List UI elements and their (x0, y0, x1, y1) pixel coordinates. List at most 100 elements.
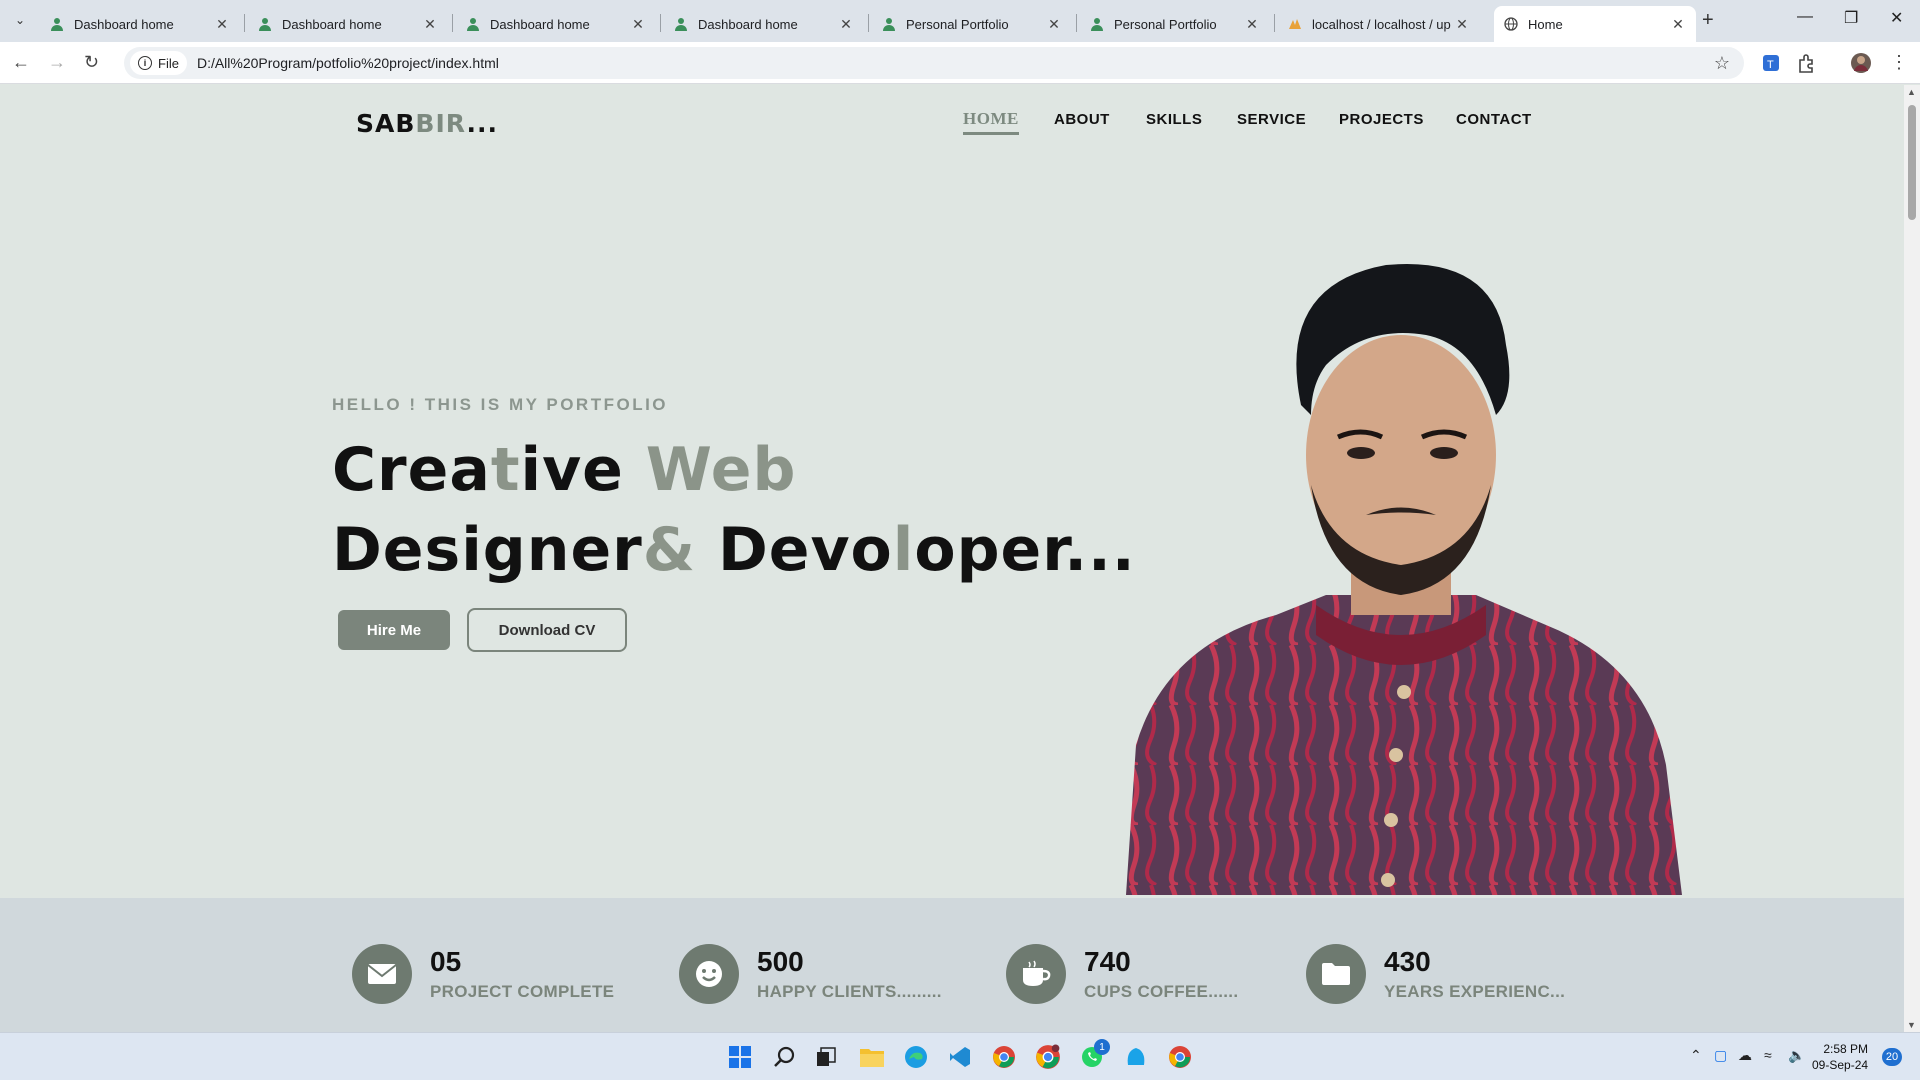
tab-personal-portfolio-1[interactable]: Personal Portfolio ✕ (872, 6, 1072, 42)
chevron-up-icon[interactable]: ⌃ (1690, 1047, 1702, 1064)
nav-skills[interactable]: SKILLS (1146, 111, 1202, 128)
stat-projects: 05 PROJECT COMPLETE (352, 944, 614, 1004)
hire-me-button[interactable]: Hire Me (338, 610, 450, 650)
tab-divider (1274, 14, 1275, 32)
volume-icon[interactable]: 🔈 (1788, 1047, 1805, 1064)
heading-part: Crea (332, 435, 491, 505)
tab-divider (868, 14, 869, 32)
person-icon (1091, 18, 1103, 31)
site-info-chip[interactable]: i File (130, 51, 187, 75)
stat-value: 740 (1084, 946, 1131, 977)
chrome-icon[interactable] (990, 1043, 1018, 1071)
notification-badge[interactable]: 20 (1882, 1048, 1902, 1066)
edge-browser-icon[interactable] (902, 1043, 930, 1071)
stats-section: 05 PROJECT COMPLETE 500 HAPPY CLIENTS...… (0, 898, 1904, 1032)
clock-time: 2:58 PM (1823, 1042, 1869, 1056)
tab-home-active[interactable]: Home ✕ (1494, 6, 1696, 42)
scrollbar-thumb[interactable] (1908, 105, 1916, 220)
close-window-button[interactable]: ✕ (1890, 8, 1903, 28)
bookmark-star-icon[interactable]: ☆ (1714, 53, 1730, 74)
close-tab-icon[interactable]: ✕ (1046, 16, 1062, 33)
profile-portrait (1126, 264, 1682, 895)
heading-part: Devo (696, 515, 893, 585)
tab-title: Dashboard home (490, 16, 590, 32)
heading-part: ive (520, 435, 646, 505)
page-scrollbar[interactable]: ▲ ▼ (1904, 85, 1920, 1032)
file-explorer-icon[interactable] (858, 1043, 886, 1071)
hero-heading-line1: Creative Web (332, 435, 796, 505)
globe-icon (1504, 17, 1518, 31)
reload-button[interactable]: ↻ (84, 52, 99, 73)
tab-dashboard-home-4[interactable]: Dashboard home ✕ (664, 6, 864, 42)
new-tab-button[interactable]: + (1702, 9, 1714, 32)
nav-home[interactable]: HOME (963, 109, 1019, 135)
tab-title: Home (1528, 16, 1563, 32)
close-tab-icon[interactable]: ✕ (422, 16, 438, 33)
nav-service[interactable]: SERVICE (1237, 111, 1306, 128)
task-view-icon[interactable] (812, 1043, 840, 1071)
chrome-secondary-icon[interactable] (1166, 1043, 1194, 1071)
browser-toolbar: ← → ↻ i File D:/All%20Program/potfolio%2… (0, 42, 1920, 84)
person-icon (259, 18, 271, 31)
tab-dashboard-home-1[interactable]: Dashboard home ✕ (40, 6, 240, 42)
profile-avatar[interactable] (1850, 52, 1872, 74)
site-logo[interactable]: SABBIR... (356, 109, 498, 138)
info-icon: i (138, 56, 152, 70)
whatsapp-icon[interactable]: 1 (1078, 1039, 1110, 1071)
back-button[interactable]: ← (12, 52, 30, 73)
restore-button[interactable]: ❐ (1844, 8, 1858, 28)
tab-localhost-phpmyadmin[interactable]: localhost / localhost / up ✕ (1278, 6, 1480, 42)
minimize-button[interactable]: — (1797, 8, 1813, 26)
close-tab-icon[interactable]: ✕ (630, 16, 646, 33)
chrome-profile-icon[interactable] (1034, 1043, 1062, 1071)
hero-greeting: HELLO ! THIS IS MY PORTFOLIO (332, 395, 669, 414)
scroll-down-arrow-icon[interactable]: ▼ (1907, 1020, 1916, 1030)
close-tab-icon[interactable]: ✕ (1670, 16, 1686, 33)
stat-value: 05 (430, 946, 462, 977)
tab-divider (660, 14, 661, 32)
close-tab-icon[interactable]: ✕ (1244, 16, 1260, 33)
heading-part: oper... (914, 515, 1136, 585)
close-tab-icon[interactable]: ✕ (214, 16, 230, 33)
network-icon[interactable]: ☁ (1738, 1047, 1752, 1064)
close-tab-icon[interactable]: ✕ (838, 16, 854, 33)
clock-date: 09-Sep-24 (1812, 1058, 1869, 1072)
tab-dashboard-home-2[interactable]: Dashboard home ✕ (248, 6, 448, 42)
nav-projects[interactable]: PROJECTS (1339, 111, 1424, 128)
tray-app-icon[interactable]: ▢ (1714, 1047, 1727, 1064)
envelope-icon (352, 944, 412, 1004)
close-tab-icon[interactable]: ✕ (1454, 16, 1470, 33)
extension-translate-icon[interactable]: T (1760, 52, 1782, 74)
tab-title: localhost / localhost / up (1312, 16, 1451, 32)
logo-accent: BIR (415, 109, 467, 138)
nav-contact[interactable]: CONTACT (1456, 111, 1532, 128)
chrome-menu-icon[interactable]: ⋮ (1890, 52, 1908, 73)
folder-icon (1306, 944, 1366, 1004)
scroll-up-arrow-icon[interactable]: ▲ (1907, 87, 1916, 97)
whatsapp-badge: 1 (1094, 1039, 1110, 1055)
wifi-icon[interactable]: ≈ (1764, 1047, 1772, 1063)
stat-label: PROJECT COMPLETE (430, 982, 615, 1001)
system-clock[interactable]: 2:58 PM 09-Sep-24 (1812, 1041, 1868, 1073)
stat-value: 500 (757, 946, 804, 977)
blue-app-icon[interactable] (1122, 1043, 1150, 1071)
windows-start-icon[interactable] (726, 1043, 754, 1071)
extensions-puzzle-icon[interactable] (1796, 52, 1818, 74)
browser-tab-bar: ⌄ Dashboard home ✕ Dashboard home ✕ Dash… (0, 0, 1920, 42)
search-icon[interactable] (770, 1043, 798, 1071)
url-text[interactable]: D:/All%20Program/potfolio%20project/inde… (197, 55, 499, 71)
person-icon (51, 18, 63, 31)
tab-personal-portfolio-2[interactable]: Personal Portfolio ✕ (1080, 6, 1270, 42)
tab-search-dropdown[interactable]: ⌄ (8, 8, 32, 32)
smile-icon (679, 944, 739, 1004)
forward-button[interactable]: → (48, 52, 66, 73)
address-bar[interactable]: i File D:/All%20Program/potfolio%20proje… (124, 47, 1744, 79)
svg-text:T: T (1767, 59, 1774, 71)
tab-dashboard-home-3[interactable]: Dashboard home ✕ (456, 6, 656, 42)
heading-accent: l (892, 515, 915, 585)
vscode-icon[interactable] (946, 1043, 974, 1071)
person-icon (675, 18, 687, 31)
download-cv-button[interactable]: Download CV (467, 608, 627, 652)
person-icon (883, 18, 895, 31)
nav-about[interactable]: ABOUT (1054, 111, 1110, 128)
